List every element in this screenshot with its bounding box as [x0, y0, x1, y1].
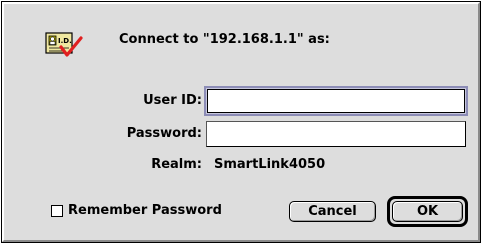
realm-value: SmartLink4050: [214, 157, 326, 172]
remember-password-label[interactable]: Remember Password: [68, 203, 222, 219]
password-field[interactable]: [207, 122, 465, 146]
dialog-title: Connect to "192.168.1.1" as:: [119, 32, 330, 47]
realm-label: Realm:: [151, 157, 202, 172]
id-card-icon: I.D.: [45, 32, 83, 57]
remember-password-checkbox[interactable]: [51, 205, 63, 217]
password-label: Password:: [126, 126, 202, 141]
ok-button[interactable]: OK: [392, 201, 463, 222]
cancel-button[interactable]: Cancel: [289, 201, 376, 222]
userid-field-focus-ring: [204, 86, 468, 116]
ok-default-ring: OK: [387, 196, 468, 227]
password-field-frame: [206, 121, 466, 147]
svg-text:I.D.: I.D.: [58, 37, 72, 45]
userid-field[interactable]: [208, 90, 464, 112]
userid-label: User ID:: [143, 93, 202, 108]
